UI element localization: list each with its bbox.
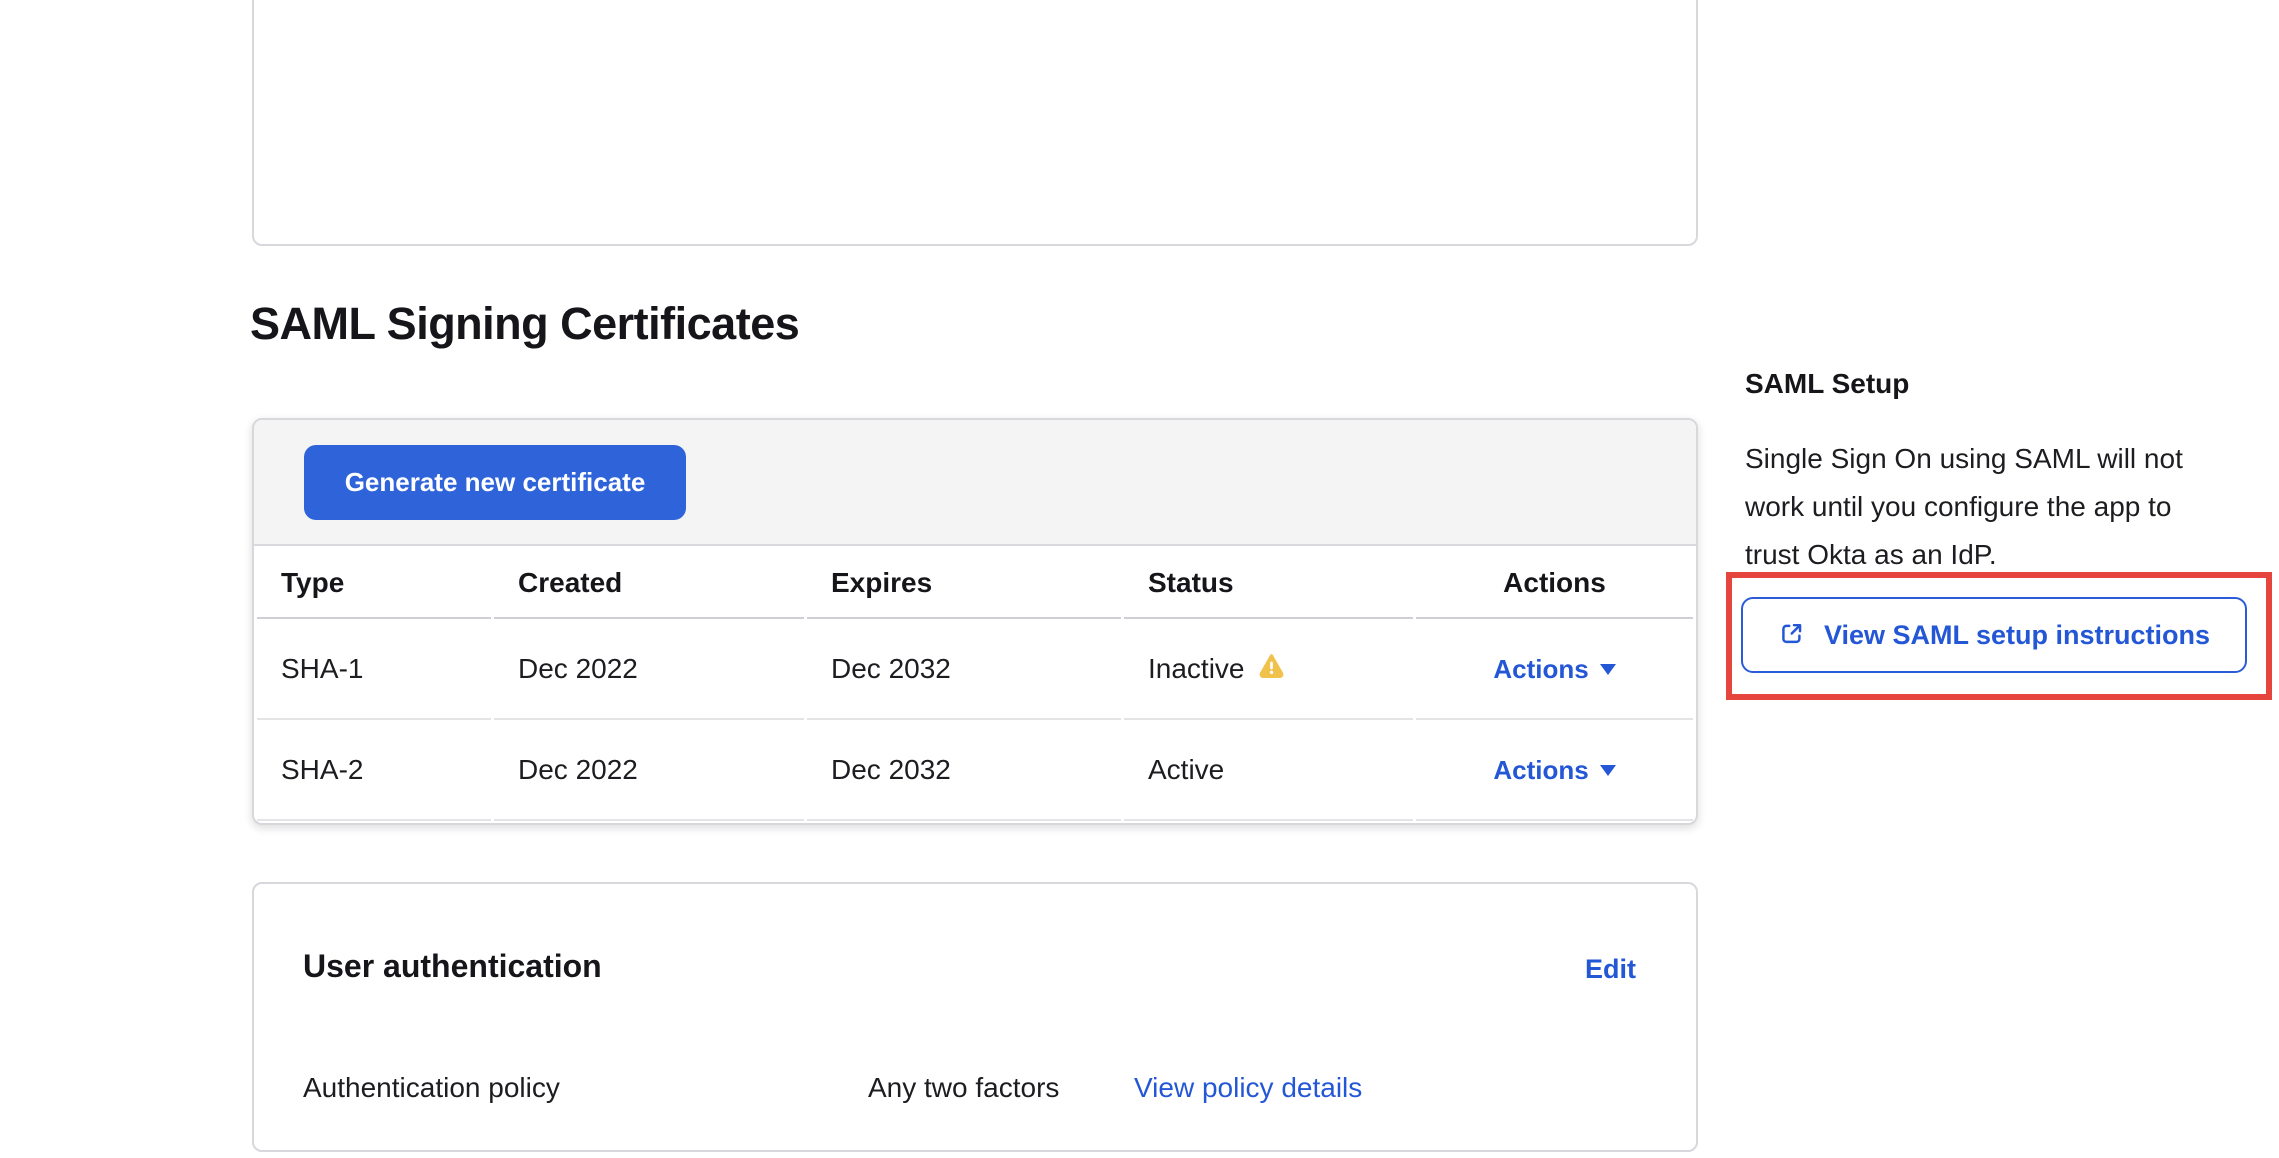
cert-status: Inactive [1124,619,1413,720]
cert-type: SHA-1 [257,619,491,720]
view-policy-details-link[interactable]: View policy details [1134,1070,1362,1106]
saml-setup-title: SAML Setup [1745,368,1909,400]
table-header-row: Type Created Expires Status Actions [257,548,1693,619]
generate-certificate-button[interactable]: Generate new certificate [304,445,686,520]
user-authentication-card: User authentication Edit Authentication … [252,882,1698,1152]
warning-icon [1258,653,1285,685]
authentication-policy-value: Any two factors [868,1070,1059,1106]
table-row: SHA-1 Dec 2022 Dec 2032 Inactive [257,619,1693,720]
authentication-policy-label: Authentication policy [303,1070,560,1106]
saml-setup-description: Single Sign On using SAML will not work … [1745,435,2183,579]
view-saml-setup-instructions-label: View SAML setup instructions [1824,620,2210,651]
actions-dropdown[interactable]: Actions [1493,755,1615,786]
user-authentication-title: User authentication [303,948,602,985]
page: Update application username on Create an… [0,0,2279,1158]
cert-actions-cell: Actions [1416,619,1693,720]
external-link-icon [1778,620,1805,650]
page-title: SAML Signing Certificates [250,298,799,350]
certificates-toolbar: Generate new certificate [254,420,1696,546]
cert-created: Dec 2022 [494,619,804,720]
status-text: Active [1148,754,1224,786]
cert-type: SHA-2 [257,720,491,821]
status-text: Inactive [1148,653,1245,685]
cert-expires: Dec 2032 [807,619,1121,720]
view-saml-setup-instructions-button[interactable]: View SAML setup instructions [1741,597,2247,673]
table-row: SHA-2 Dec 2022 Dec 2032 Active Actions [257,720,1693,821]
column-header-type: Type [257,548,491,619]
cert-created: Dec 2022 [494,720,804,821]
edit-link[interactable]: Edit [1585,954,1636,985]
cert-expires: Dec 2032 [807,720,1121,821]
actions-dropdown[interactable]: Actions [1493,654,1615,685]
cert-status: Active [1124,720,1413,821]
column-header-status: Status [1124,548,1413,619]
app-settings-card: Update application username on Create an… [252,0,1698,246]
chevron-down-icon [1600,664,1616,675]
column-header-expires: Expires [807,548,1121,619]
column-header-actions: Actions [1416,548,1693,619]
saml-certificates-card: Generate new certificate Type Created Ex… [252,418,1698,825]
certificates-table: Type Created Expires Status Actions SHA-… [254,548,1696,821]
chevron-down-icon [1600,765,1616,776]
cert-actions-cell: Actions [1416,720,1693,821]
column-header-created: Created [494,548,804,619]
